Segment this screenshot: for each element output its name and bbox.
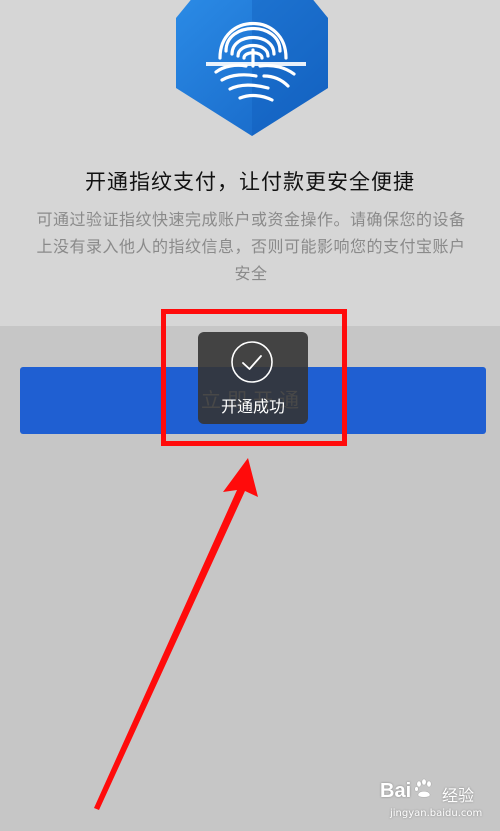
intro-panel: 开通指纹支付，让付款更安全便捷 可通过验证指纹快速完成账户或资金操作。请确保您的… xyxy=(0,0,500,326)
paw-icon xyxy=(414,778,432,798)
watermark-brand: Bai xyxy=(380,780,412,802)
baidu-jingyan-watermark: Bai 经验 jingyan.baidu.com xyxy=(380,772,490,822)
watermark-domain: jingyan.baidu.com xyxy=(390,808,483,819)
fingerprint-icon xyxy=(176,0,328,136)
app-screen: 开通指纹支付，让付款更安全便捷 可通过验证指纹快速完成账户或资金操作。请确保您的… xyxy=(0,0,500,831)
page-title: 开通指纹支付，让付款更安全便捷 xyxy=(85,170,415,194)
watermark-suffix: 经验 xyxy=(442,786,475,805)
highlight-box xyxy=(161,309,347,446)
description-text: 可通过验证指纹快速完成账户或资金操作。请确保您的设备上没有录入他人的指纹信息，否… xyxy=(36,210,466,283)
